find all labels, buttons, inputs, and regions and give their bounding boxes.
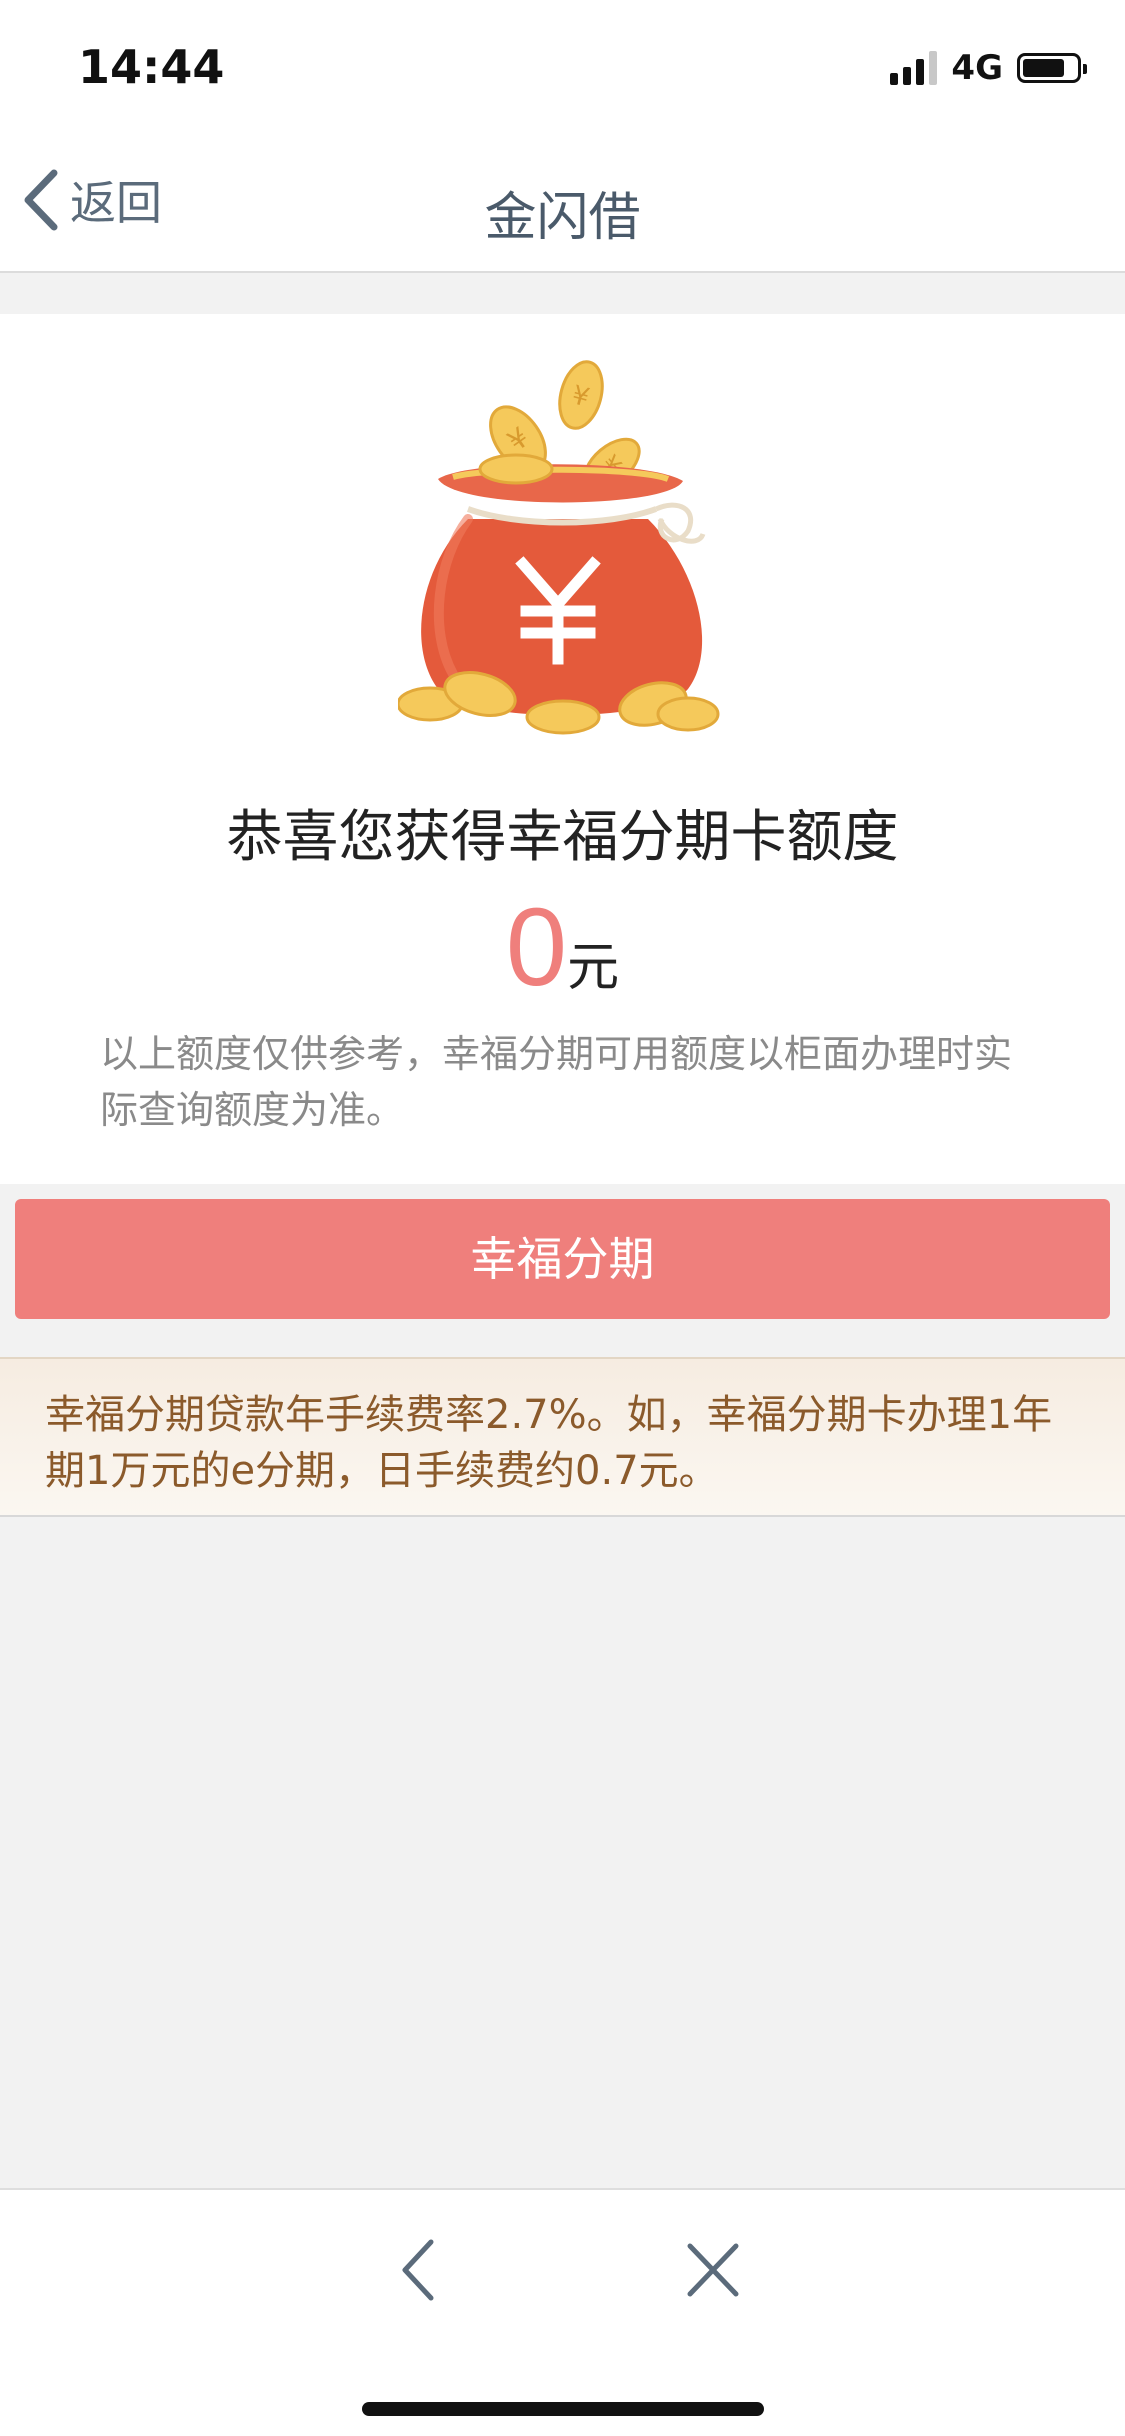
credit-amount: 0元	[0, 884, 1125, 1011]
status-bar: 14:44 4G	[0, 0, 1125, 135]
credit-headline: 恭喜您获得幸福分期卡额度	[226, 805, 899, 870]
fee-info-box: 幸福分期贷款年手续费率2.7%。如，幸福分期卡办理1年期1万元的e分期，日手续费…	[0, 1357, 1125, 1517]
nav-bar: 返回 金闪借	[0, 135, 1125, 273]
battery-icon	[1017, 53, 1087, 83]
bottom-toolbar	[0, 2188, 1125, 2436]
status-time: 14:44	[78, 40, 225, 94]
fee-info-text: 幸福分期贷款年手续费率2.7%。如，幸福分期卡办理1年期1万元的e分期，日手续费…	[45, 1392, 1053, 1494]
credit-note: 以上额度仅供参考，幸福分期可用额度以柜面办理时实际查询额度为准。	[100, 1032, 1013, 1132]
home-indicator[interactable]	[362, 2402, 764, 2416]
credit-card-panel: ¥ ¥ ¥ 恭喜您获得幸福分期卡额度 0元 以上额度仅供参考，幸福分期可用额度以…	[0, 314, 1125, 1184]
signal-icon	[890, 51, 938, 85]
money-bag-icon: ¥ ¥ ¥	[396, 359, 728, 739]
network-label: 4G	[951, 48, 1003, 88]
status-indicators: 4G	[890, 48, 1087, 88]
close-icon[interactable]	[680, 2230, 746, 2310]
coin-icon: ¥	[558, 360, 604, 430]
page-title: 金闪借	[484, 188, 641, 248]
installment-button[interactable]: 幸福分期	[15, 1199, 1110, 1319]
chevron-left-icon[interactable]	[385, 2230, 451, 2310]
amount-value: 0	[505, 886, 568, 1009]
amount-unit: 元	[567, 938, 620, 998]
